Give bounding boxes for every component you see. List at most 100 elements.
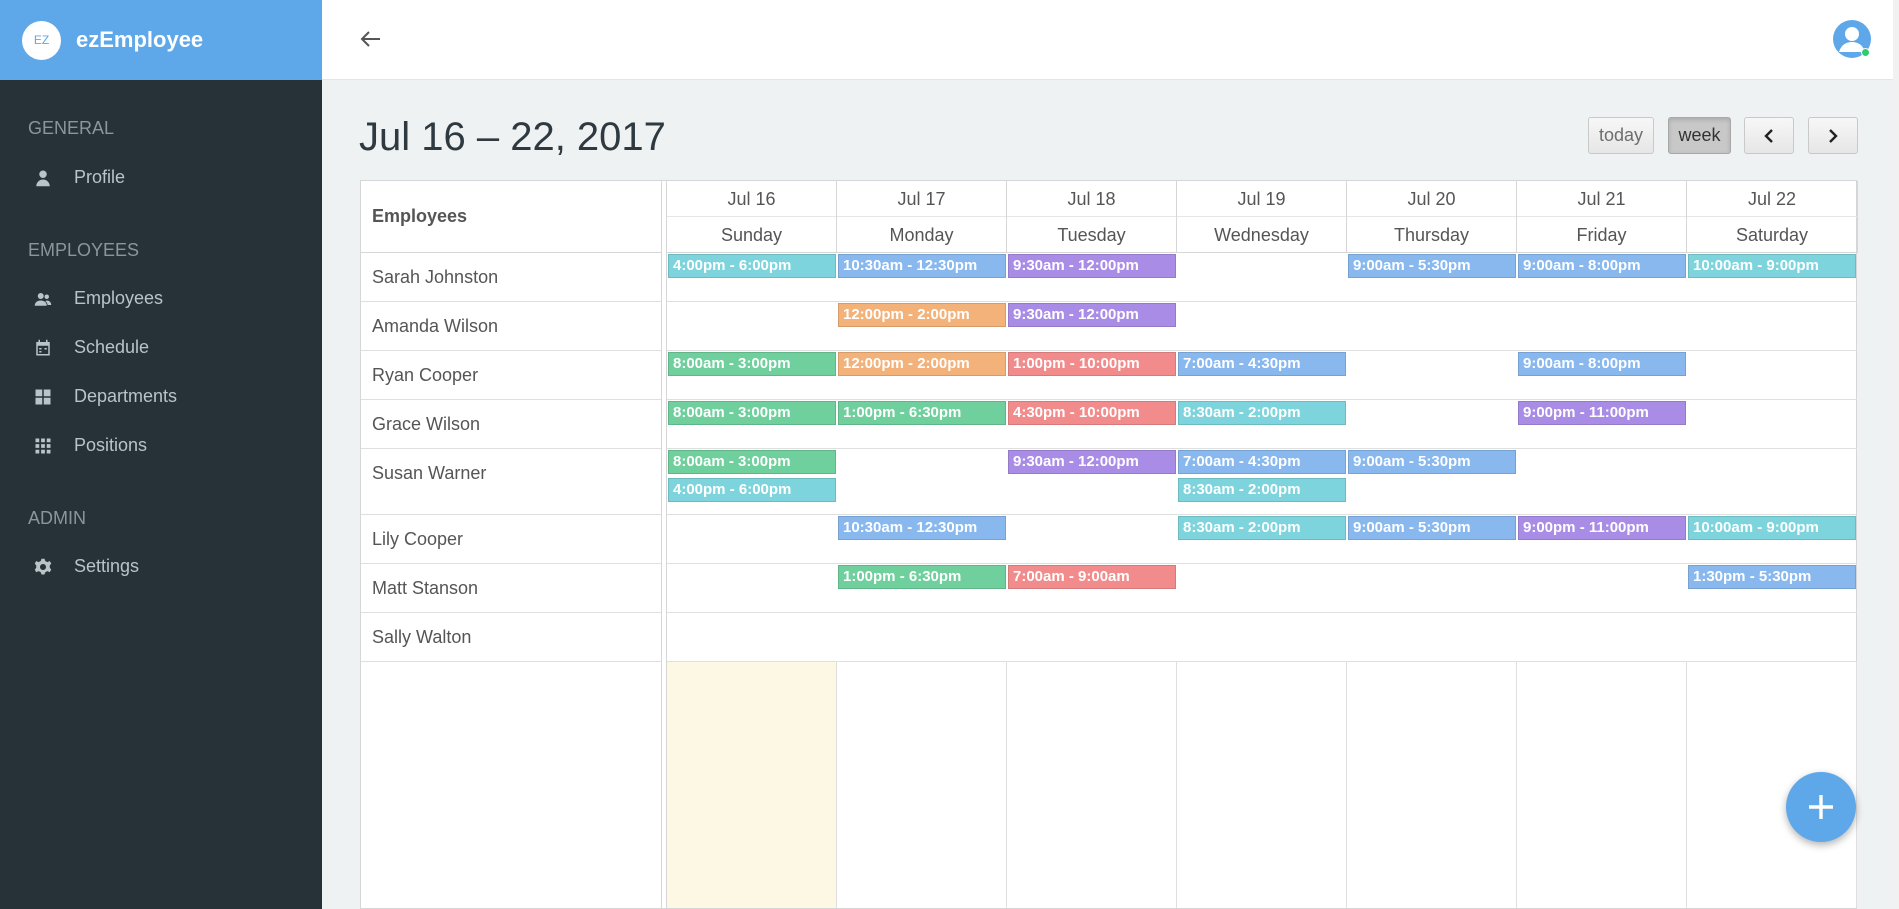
- shift-event[interactable]: 9:00pm - 11:00pm: [1518, 516, 1686, 540]
- shift-event[interactable]: 7:00am - 9:00am: [1008, 565, 1176, 589]
- brand-bar[interactable]: EZ ezEmployee: [0, 0, 322, 80]
- shift-event[interactable]: 4:00pm - 6:00pm: [668, 478, 836, 502]
- shift-event[interactable]: 9:30am - 12:00pm: [1008, 303, 1176, 327]
- day-column[interactable]: [837, 661, 1007, 908]
- shift-event[interactable]: 8:00am - 3:00pm: [668, 450, 836, 474]
- day-date: Jul 17: [837, 181, 1006, 217]
- day-weekday: Friday: [1576, 225, 1627, 245]
- prev-week-button[interactable]: [1744, 117, 1794, 154]
- shift-event[interactable]: 8:00am - 3:00pm: [668, 401, 836, 425]
- top-bar: [322, 0, 1899, 80]
- sidebar-item-positions[interactable]: Positions: [0, 421, 322, 470]
- employee-name[interactable]: Amanda Wilson: [361, 302, 661, 351]
- shift-event[interactable]: 4:00pm - 6:00pm: [668, 254, 836, 278]
- shift-event[interactable]: 12:00pm - 2:00pm: [838, 303, 1006, 327]
- sidebar-item-employees[interactable]: Employees: [0, 274, 322, 323]
- shift-event[interactable]: 9:00am - 5:30pm: [1348, 450, 1516, 474]
- shift-event[interactable]: 10:30am - 12:30pm: [838, 516, 1006, 540]
- nav-section-employees: EMPLOYEES: [28, 240, 140, 260]
- shift-event[interactable]: 10:00am - 9:00pm: [1688, 516, 1856, 540]
- shift-event[interactable]: 10:30am - 12:30pm: [838, 254, 1006, 278]
- employee-name[interactable]: Ryan Cooper: [361, 351, 661, 400]
- day-header[interactable]: Jul 19 Wednesday: [1177, 181, 1347, 253]
- user-icon: [34, 169, 52, 187]
- day-date: Jul 22: [1687, 181, 1857, 217]
- brand-logo: EZ: [22, 20, 61, 60]
- day-columns: Jul 16 Sunday Jul 17 Monday Jul 18 Tuesday Jul…: [666, 181, 1858, 908]
- shift-event[interactable]: 9:30am - 12:00pm: [1008, 254, 1176, 278]
- shift-event[interactable]: 9:00am - 8:00pm: [1518, 352, 1686, 376]
- employee-name[interactable]: Sarah Johnston: [361, 253, 661, 302]
- sidebar-item-label: Departments: [74, 386, 178, 406]
- sidebar-item-settings[interactable]: Settings: [0, 542, 322, 591]
- day-header[interactable]: Jul 21 Friday: [1517, 181, 1687, 253]
- online-status-dot: [1861, 48, 1870, 57]
- add-shift-button[interactable]: [1786, 772, 1856, 842]
- shift-event[interactable]: 7:00am - 4:30pm: [1178, 352, 1346, 376]
- back-button[interactable]: [358, 26, 384, 52]
- apps-icon: [34, 437, 52, 455]
- shift-event[interactable]: 8:30am - 2:00pm: [1178, 478, 1346, 502]
- shift-event[interactable]: 8:00am - 3:00pm: [668, 352, 836, 376]
- shift-event[interactable]: 1:30pm - 5:30pm: [1688, 565, 1856, 589]
- shift-event[interactable]: 1:00pm - 10:00pm: [1008, 352, 1176, 376]
- day-column[interactable]: [1177, 661, 1347, 908]
- sidebar-item-label: Positions: [74, 435, 148, 455]
- week-view-button[interactable]: week: [1668, 117, 1731, 154]
- shift-event[interactable]: 9:00am - 5:30pm: [1348, 516, 1516, 540]
- calendar-icon: [34, 339, 52, 357]
- day-column[interactable]: [1007, 661, 1177, 908]
- sidebar-item-label: Settings: [74, 556, 140, 576]
- shift-event[interactable]: 1:00pm - 6:30pm: [838, 401, 1006, 425]
- day-date: Jul 19: [1177, 181, 1346, 217]
- employee-name[interactable]: Lily Cooper: [361, 515, 661, 564]
- day-header[interactable]: Jul 16 Sunday: [667, 181, 837, 253]
- day-date: Jul 16: [667, 181, 836, 217]
- today-button[interactable]: today: [1588, 117, 1654, 154]
- day-date: Jul 21: [1517, 181, 1686, 217]
- sidebar-item-label: Profile: [74, 167, 126, 187]
- shift-event[interactable]: 9:00pm - 11:00pm: [1518, 401, 1686, 425]
- user-avatar[interactable]: [1833, 20, 1871, 58]
- shift-event[interactable]: 8:30am - 2:00pm: [1178, 516, 1346, 540]
- day-weekday: Monday: [889, 225, 954, 245]
- shift-event[interactable]: 9:00am - 5:30pm: [1348, 254, 1516, 278]
- schedule-calendar: Employees Sarah Johnston Amanda Wilson Rya…: [360, 180, 1858, 909]
- employee-name[interactable]: Grace Wilson: [361, 400, 661, 449]
- sidebar-item-profile[interactable]: Profile: [0, 153, 322, 202]
- shift-event[interactable]: 10:00am - 9:00pm: [1688, 254, 1856, 278]
- users-icon: [34, 290, 52, 308]
- gear-icon: [34, 558, 52, 576]
- sidebar-item-departments[interactable]: Departments: [0, 372, 322, 421]
- shift-event[interactable]: 9:30am - 12:00pm: [1008, 450, 1176, 474]
- schedule-row[interactable]: [667, 613, 1857, 662]
- page-scrollbar[interactable]: [1893, 0, 1899, 909]
- employee-name[interactable]: Sally Walton: [361, 613, 661, 662]
- page-title: Jul 16 – 22, 2017: [359, 115, 666, 159]
- sidebar-item-label: Schedule: [74, 337, 150, 357]
- day-column[interactable]: [1347, 661, 1517, 908]
- sidebar-item-schedule[interactable]: Schedule: [0, 323, 322, 372]
- day-header[interactable]: Jul 18 Tuesday: [1007, 181, 1177, 253]
- day-weekday: Saturday: [1735, 225, 1809, 245]
- next-week-button[interactable]: [1808, 117, 1858, 154]
- shift-event[interactable]: 9:00am - 8:00pm: [1518, 254, 1686, 278]
- day-column[interactable]: [667, 661, 837, 908]
- sidebar-item-label: Employees: [74, 288, 164, 308]
- shift-event[interactable]: 8:30am - 2:00pm: [1178, 401, 1346, 425]
- shift-event[interactable]: 12:00pm - 2:00pm: [838, 352, 1006, 376]
- day-header[interactable]: Jul 17 Monday: [837, 181, 1007, 253]
- employee-name[interactable]: Matt Stanson: [361, 564, 661, 613]
- day-header[interactable]: Jul 20 Thursday: [1347, 181, 1517, 253]
- day-header[interactable]: Jul 22 Saturday: [1687, 181, 1858, 253]
- day-weekday: Tuesday: [1057, 225, 1126, 245]
- grid-icon: [34, 388, 52, 406]
- shift-event[interactable]: 1:00pm - 6:30pm: [838, 565, 1006, 589]
- day-weekday: Sunday: [720, 225, 783, 245]
- day-date: Jul 20: [1347, 181, 1516, 217]
- employee-name[interactable]: Susan Warner: [361, 449, 661, 515]
- shift-event[interactable]: 7:00am - 4:30pm: [1178, 450, 1346, 474]
- employee-column: Employees Sarah Johnston Amanda Wilson Rya…: [361, 181, 662, 908]
- day-column[interactable]: [1517, 661, 1687, 908]
- shift-event[interactable]: 4:30pm - 10:00pm: [1008, 401, 1176, 425]
